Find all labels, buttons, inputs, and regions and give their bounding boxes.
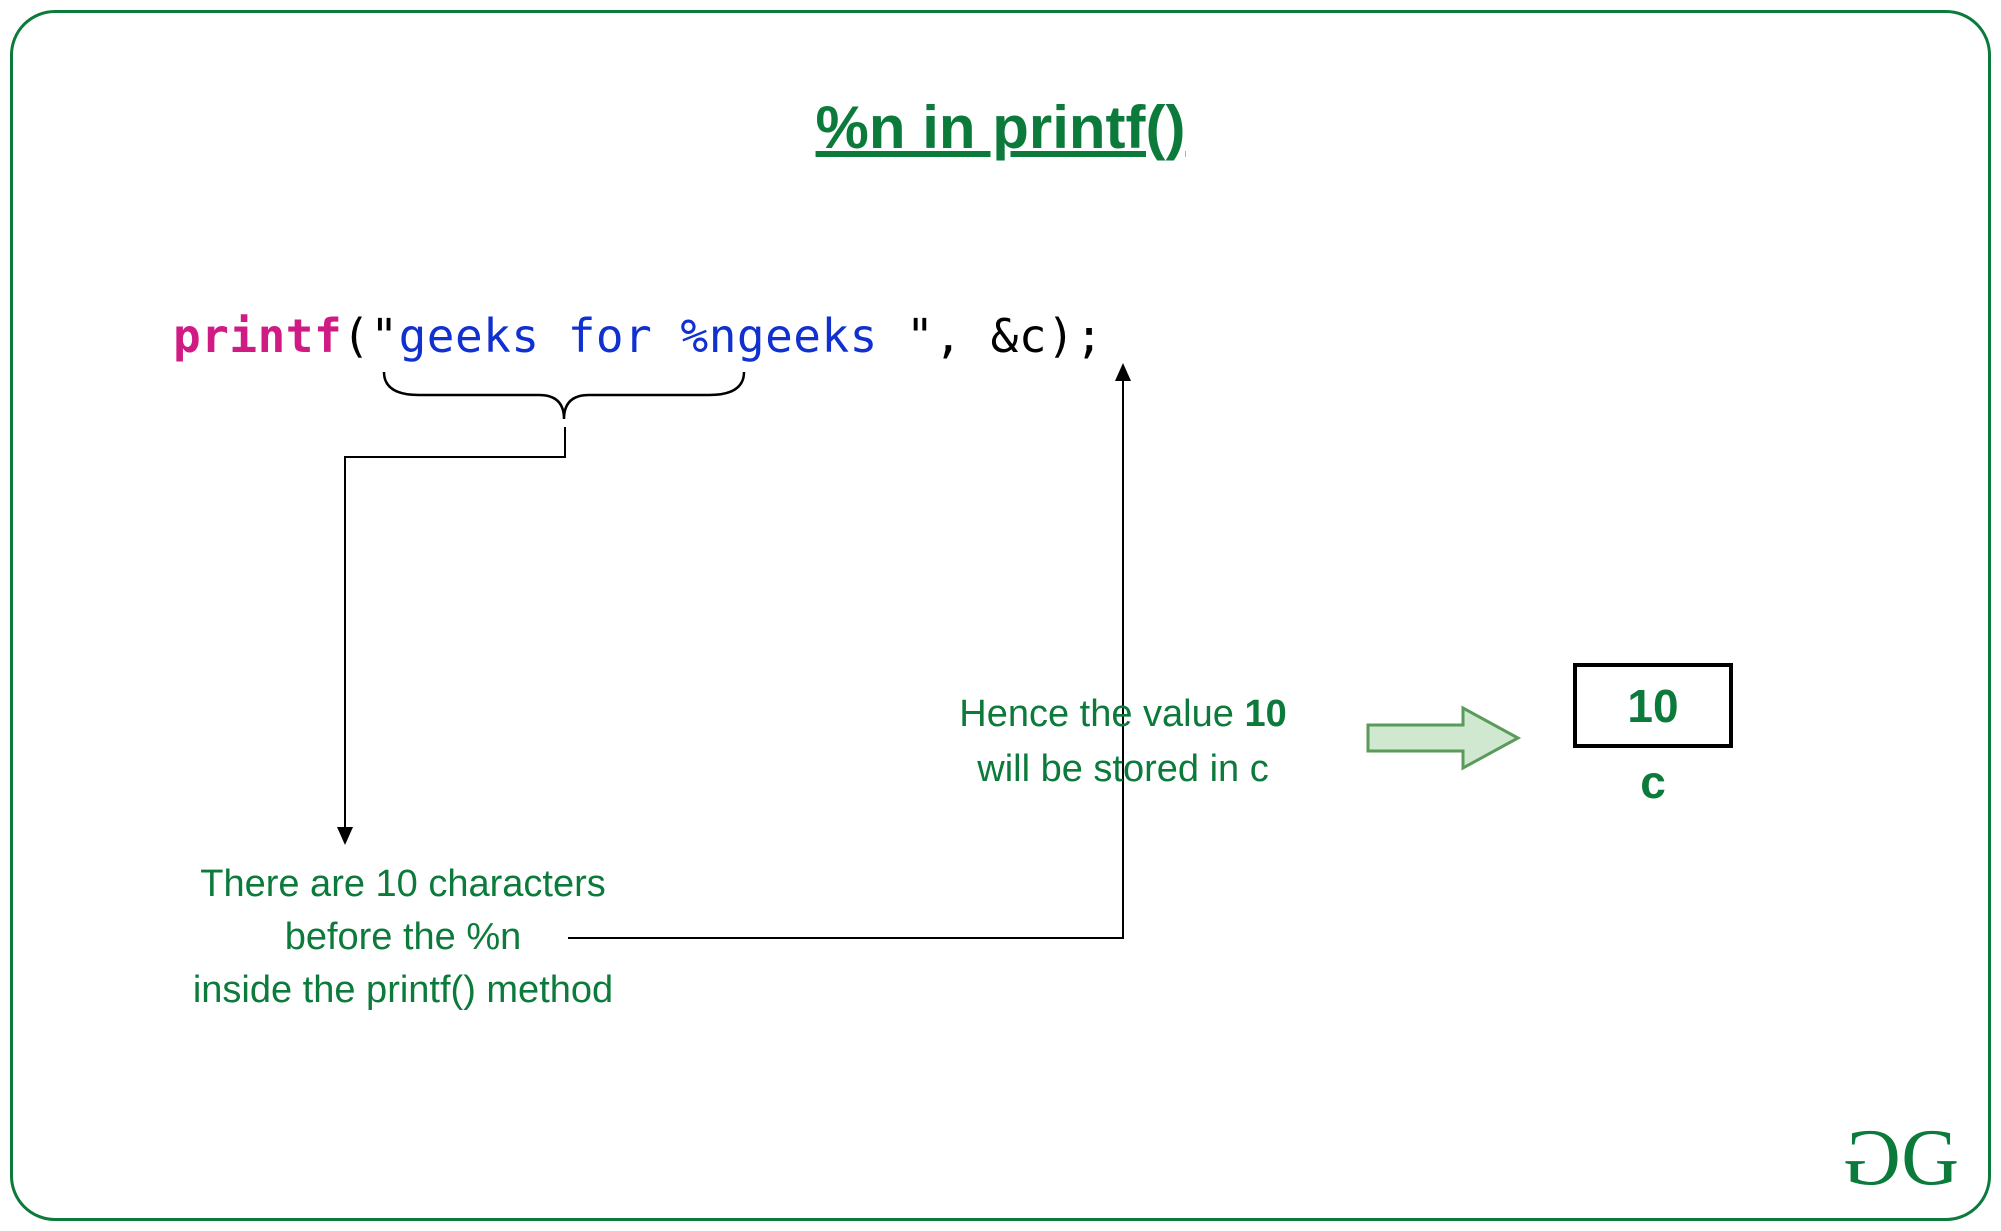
arrow-right-up-icon xyxy=(568,363,1128,943)
geeksforgeeks-logo-icon: GG xyxy=(1849,1118,1953,1198)
logo-g: G xyxy=(1901,1114,1953,1202)
caption-left-line1: There are 10 characters xyxy=(200,863,606,905)
logo-g-flipped: G xyxy=(1849,1118,1901,1198)
arrow-left-down-icon xyxy=(335,427,565,847)
code-argument: &c xyxy=(991,309,1047,363)
variable-value: 10 xyxy=(1627,679,1678,733)
diagram-frame: %n in printf() printf("geeks for %ngeeks… xyxy=(10,10,1991,1221)
code-snippet: printf("geeks for %ngeeks ", &c); xyxy=(173,309,1103,363)
caption-left-line3: inside the printf() method xyxy=(193,969,613,1011)
code-keyword: printf xyxy=(173,309,342,363)
big-arrow-right-icon xyxy=(1363,703,1523,773)
code-open-paren: (" xyxy=(342,309,398,363)
caption-left-line2: before the %n xyxy=(285,916,522,958)
code-string-literal: geeks for %ngeeks xyxy=(399,309,907,363)
variable-name-label: c xyxy=(1573,755,1733,809)
caption-right-line2: will be stored in c xyxy=(977,748,1268,790)
caption-right-value: 10 xyxy=(1244,693,1286,735)
caption-right-line1a: Hence the value xyxy=(959,693,1244,735)
caption-value-stored: Hence the value 10 will be stored in c xyxy=(913,687,1333,797)
code-close-quote: ", xyxy=(906,309,991,363)
variable-value-box: 10 xyxy=(1573,663,1733,748)
code-semicolon: ); xyxy=(1047,309,1103,363)
diagram-title: %n in printf() xyxy=(13,93,1988,162)
